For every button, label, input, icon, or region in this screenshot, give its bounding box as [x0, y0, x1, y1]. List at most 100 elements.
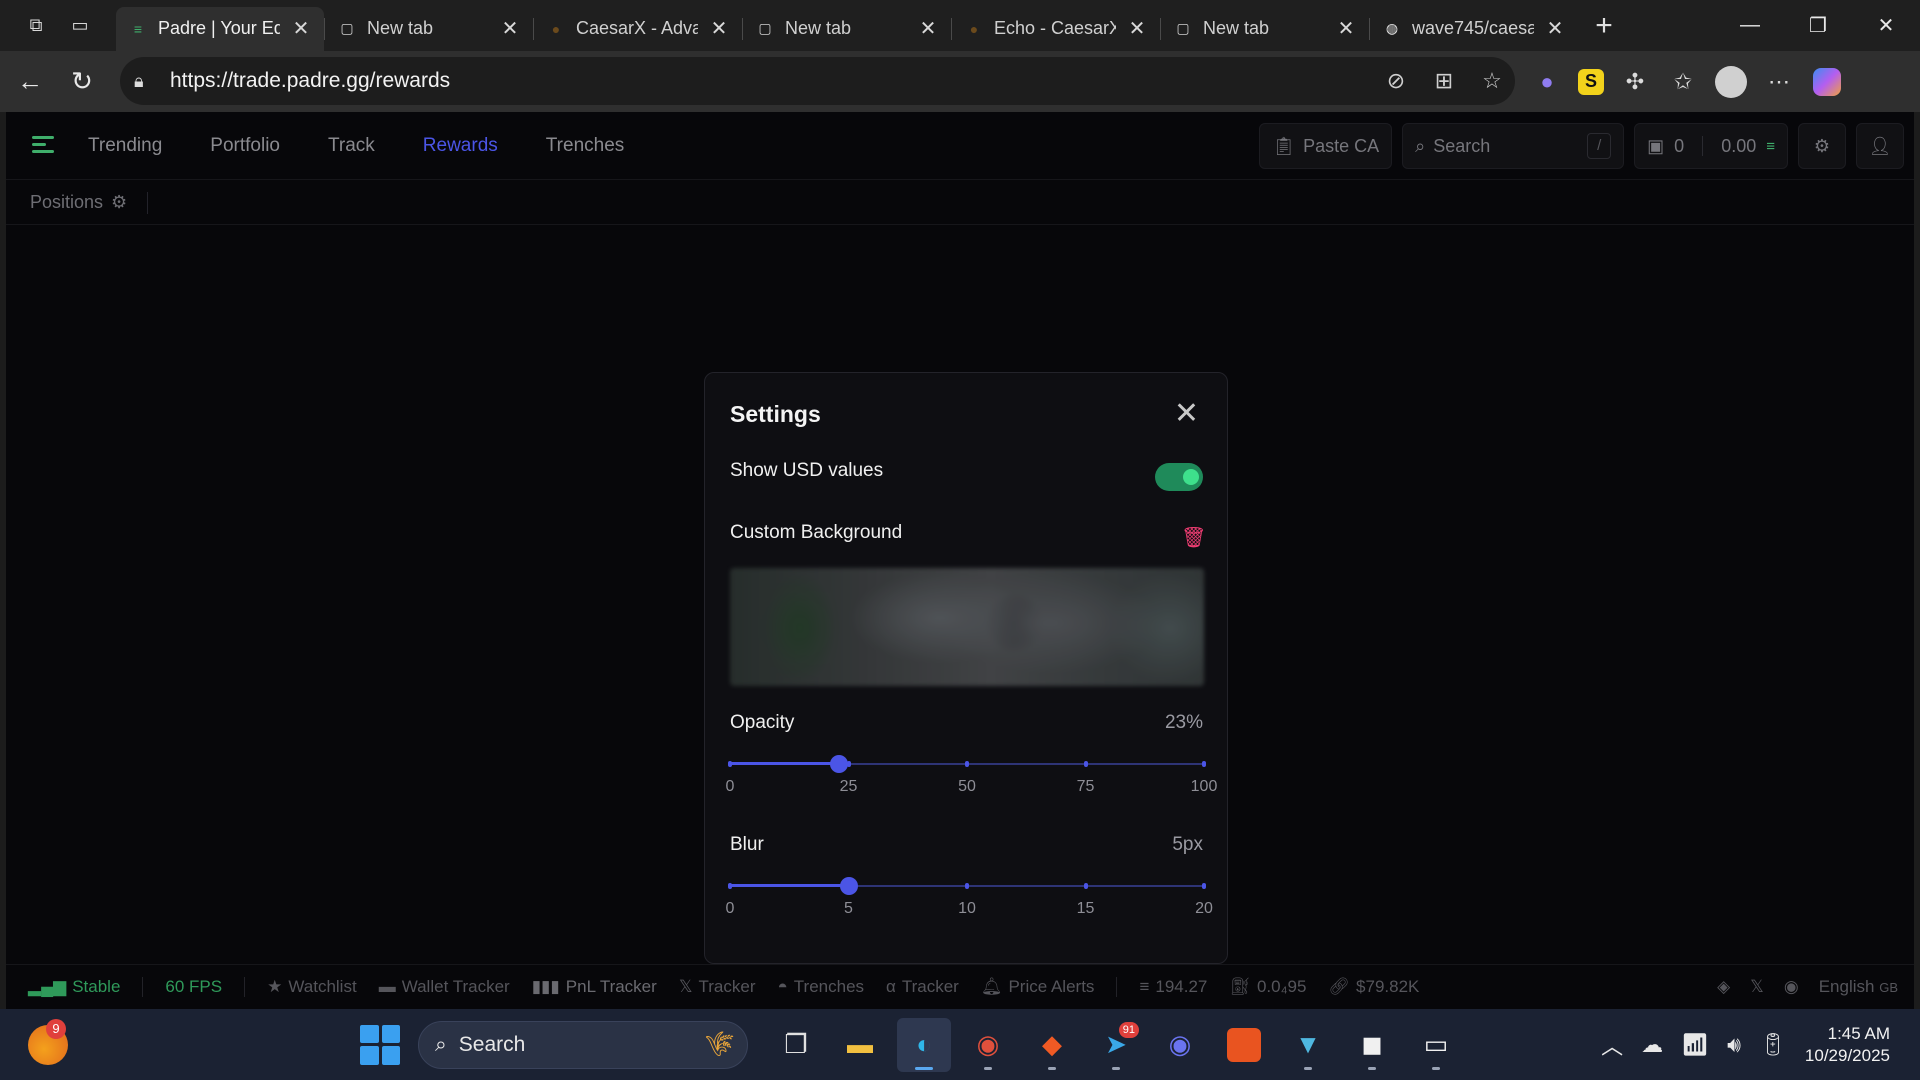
cube-app-icon[interactable]: ◼ [1345, 1018, 1399, 1072]
copilot-icon[interactable] [1810, 65, 1844, 99]
start-button[interactable] [360, 1024, 400, 1065]
terminal-icon[interactable]: ▭ [1409, 1018, 1463, 1072]
wallet-icon: ▬ [378, 976, 396, 996]
task-view-icon[interactable]: ❐ [769, 1018, 823, 1072]
vscode-insiders-icon[interactable]: ▼ [1281, 1018, 1335, 1072]
balance-value: 0.00 [1721, 135, 1757, 156]
onedrive-cloud-icon[interactable]: ☁ [1641, 1032, 1663, 1058]
tracking-prevention-icon[interactable]: ⊘ [1383, 68, 1409, 94]
padre-logo-icon[interactable] [32, 135, 54, 156]
browser-tab[interactable]: ▢ New tab ✕ [743, 7, 951, 51]
browser-tab[interactable]: ● Echo - CaesarX ✕ [952, 7, 1160, 51]
footer-pnl-tracker[interactable]: ▮▮▮ PnL Tracker [532, 977, 657, 997]
more-menu-icon[interactable]: ⋯ [1762, 65, 1796, 99]
browser-tab[interactable]: ▢ New tab ✕ [1161, 7, 1369, 51]
browser-tab[interactable]: ◍ wave745/caesa ✕ [1370, 7, 1578, 51]
star-icon: ★ [267, 976, 283, 996]
app-available-icon[interactable]: ⊞ [1431, 68, 1457, 94]
restore-button[interactable]: ❐ [1784, 0, 1852, 51]
footer-watchlist[interactable]: ★ Watchlist [267, 977, 357, 997]
opacity-slider[interactable] [728, 754, 1206, 774]
close-tab-icon[interactable]: ✕ [917, 16, 939, 41]
workspaces-icon[interactable]: ⧉ [14, 6, 58, 46]
favorites-icon[interactable]: ✩ [1666, 65, 1700, 99]
show-usd-toggle[interactable] [1155, 463, 1203, 491]
browser-tab[interactable]: ≡ Padre | Your Ed ✕ [116, 6, 324, 51]
ghost-extension-icon[interactable]: ● [1530, 65, 1564, 99]
refresh-button[interactable]: ↻ [60, 60, 104, 104]
padre-logo-icon: ≡ [133, 20, 143, 37]
background-preview[interactable] [730, 568, 1204, 686]
layers-icon[interactable]: ◈ [1717, 977, 1730, 997]
search-icon: ⌕ [1415, 135, 1426, 156]
caesarx-coin-icon: ● [551, 20, 561, 37]
file-explorer-icon[interactable]: ▬ [833, 1018, 887, 1072]
caesarx-coin-icon: ● [969, 20, 979, 37]
x-logo-icon[interactable]: 𝕏 [1750, 977, 1764, 997]
account-button[interactable]: 👤︎ [1856, 123, 1904, 169]
footer-x-tracker[interactable]: 𝕏 Tracker [679, 977, 756, 997]
s-extension-icon[interactable]: S [1578, 68, 1604, 95]
status-text: Stable [72, 976, 121, 996]
lock-icon: 🔒︎ [134, 70, 144, 91]
positions-gear-icon[interactable]: ⚙ [111, 192, 127, 213]
paste-ca-button[interactable]: 📋︎ Paste CA [1259, 123, 1393, 169]
back-button[interactable]: ← [8, 60, 52, 104]
chrome-icon[interactable]: ◉ [961, 1018, 1015, 1072]
extensions-puzzle-icon[interactable]: ✣ [1618, 65, 1652, 99]
search-input[interactable]: ⌕ Search / [1402, 123, 1625, 169]
positions-tab[interactable]: Positions ⚙ [30, 192, 127, 213]
slider-thumb[interactable] [830, 755, 849, 773]
battery-icon[interactable]: 🔋︎ [1759, 1032, 1787, 1058]
profile-avatar-icon[interactable] [1714, 65, 1748, 99]
clock-time: 1:45 AM [1827, 1023, 1890, 1043]
nav-trenches[interactable]: Trenches [546, 135, 625, 157]
minimize-button[interactable]: — [1716, 0, 1784, 51]
tick-label: 100 [1190, 778, 1218, 795]
close-tab-icon[interactable]: ✕ [499, 16, 521, 41]
taskbar-search[interactable]: ⌕ Search 🌾︎ [418, 1020, 748, 1069]
close-tab-icon[interactable]: ✕ [708, 16, 730, 41]
tab-actions-icon[interactable]: ▭ [58, 6, 102, 46]
close-window-button[interactable]: ✕ [1852, 0, 1920, 51]
clock[interactable]: 1:45 AM 10/29/2025 [1805, 1023, 1890, 1067]
nav-portfolio[interactable]: Portfolio [210, 135, 280, 157]
nav-rewards[interactable]: Rewards [423, 135, 498, 157]
discord-icon[interactable]: ◉ [1153, 1018, 1207, 1072]
sol-price-value: 194.27 [1155, 976, 1208, 996]
chevron-up-icon[interactable]: ︿ [1601, 1029, 1623, 1061]
address-bar-icons: ⊘ ⊞ ☆ [1383, 57, 1505, 105]
weather-widget-icon[interactable]: 9 [28, 1019, 68, 1065]
footer-trenches[interactable]: ◓ Trenches [778, 977, 865, 997]
wallet-balance-chip[interactable]: ▣ 0 0.00 ≡ [1634, 123, 1788, 169]
browser-tab[interactable]: ▢ New tab ✕ [325, 7, 533, 51]
favorite-star-icon[interactable]: ☆ [1479, 68, 1505, 94]
close-tab-icon[interactable]: ✕ [1335, 16, 1357, 41]
ubuntu-icon[interactable] [1217, 1018, 1271, 1072]
footer-alpha-tracker[interactable]: α Tracker [886, 977, 959, 997]
footer-wallet-tracker[interactable]: ▬ Wallet Tracker [379, 977, 510, 997]
custom-background-label: Custom Background [730, 522, 903, 543]
language-region: GB [1879, 979, 1898, 995]
close-icon[interactable]: ✕ [1174, 399, 1199, 429]
volume-icon[interactable]: 🔊︎ [1727, 1032, 1741, 1058]
browser-tab[interactable]: ● CaesarX - Adva ✕ [534, 7, 742, 51]
footer-price-alerts[interactable]: 🔔︎ Price Alerts [981, 977, 1095, 997]
trash-icon[interactable]: 🗑︎ [1181, 525, 1206, 550]
language-selector[interactable]: English GB [1819, 977, 1898, 997]
blur-slider[interactable] [728, 876, 1206, 896]
new-tab-button[interactable]: + [1584, 6, 1624, 46]
settings-button[interactable]: ⚙ [1798, 123, 1846, 169]
discord-icon[interactable]: ◉ [1784, 977, 1799, 997]
wifi-icon[interactable]: 📶︎ [1681, 1032, 1709, 1058]
edge-browser-icon[interactable]: ◐ [897, 1017, 951, 1072]
telegram-icon[interactable]: ➤ 91 [1089, 1018, 1143, 1072]
address-bar[interactable]: 🔒︎ https://trade.padre.gg/rewards ⊘ ⊞ ☆ [120, 57, 1515, 105]
close-tab-icon[interactable]: ✕ [290, 16, 312, 41]
close-tab-icon[interactable]: ✕ [1544, 16, 1566, 41]
brave-icon[interactable]: ◆ [1025, 1018, 1079, 1072]
slider-thumb[interactable] [839, 877, 858, 895]
nav-trending[interactable]: Trending [88, 135, 162, 157]
close-tab-icon[interactable]: ✕ [1126, 16, 1148, 41]
nav-track[interactable]: Track [328, 135, 375, 157]
